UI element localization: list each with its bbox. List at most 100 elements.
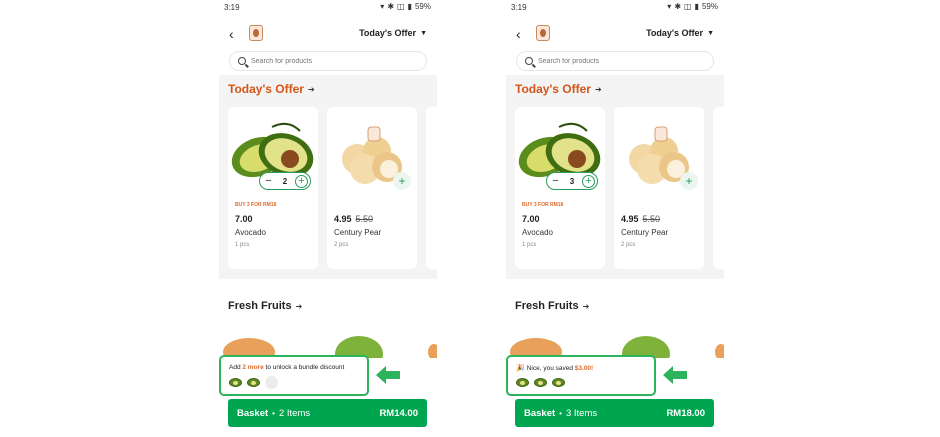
add-to-basket-button[interactable]: + xyxy=(393,172,411,190)
product-name: Avocado xyxy=(522,228,553,237)
product-pack: 2 pcs xyxy=(621,242,636,248)
arrow-right-icon: ➔ xyxy=(594,84,602,94)
bundle-discount-banner[interactable]: Add 2 more to unlock a bundle discount xyxy=(219,355,369,396)
promo-label: BUY 3 FOR RM18 xyxy=(522,202,564,208)
bundle-prefix: Nice, you saved xyxy=(526,365,575,372)
basket-label: Basket xyxy=(524,407,556,419)
avocado-icon xyxy=(229,378,242,387)
basket-total: RM18.00 xyxy=(666,407,705,419)
separator-dot: • xyxy=(559,408,562,418)
quantity-stepper[interactable]: − 2 + xyxy=(259,172,311,190)
wifi-icon: ▾ xyxy=(380,2,385,11)
todays-offer-section: Today's Offer ➔ − 3 + BUY 3 FOR RM18 7.0… xyxy=(506,75,724,279)
bundle-discount-banner[interactable]: 🎉 Nice, you saved $3.00! xyxy=(506,355,656,396)
price-value: 7.00 xyxy=(522,214,540,224)
plus-icon[interactable]: + xyxy=(294,174,308,188)
offer-dropdown[interactable]: Today's Offer ▼ xyxy=(646,28,714,38)
arrow-right-icon: ➔ xyxy=(295,301,303,311)
green-arrow-icon xyxy=(376,366,400,384)
fresh-fruits-heading[interactable]: Fresh Fruits ➔ xyxy=(228,300,302,312)
caret-down-icon: ▼ xyxy=(420,29,427,37)
fresh-fruits-title: Fresh Fruits xyxy=(228,300,292,312)
status-time: 3:19 xyxy=(224,3,240,12)
avocado-icon xyxy=(552,378,565,387)
offer-dropdown[interactable]: Today's Offer ▼ xyxy=(359,28,427,38)
search-input[interactable] xyxy=(538,57,698,65)
party-popper-icon: 🎉 xyxy=(516,365,525,372)
caret-down-icon: ▼ xyxy=(707,29,714,37)
bundle-progress xyxy=(516,378,565,387)
back-chevron-icon[interactable]: ‹ xyxy=(229,27,234,41)
minus-icon[interactable]: − xyxy=(262,175,275,188)
product-card-century-pear[interactable]: + 4.95 5.50 Century Pear 2 pcs xyxy=(614,107,704,269)
wifi-icon: ▾ xyxy=(667,2,672,11)
bundle-message: 🎉 Nice, you saved $3.00! xyxy=(516,364,593,372)
phone-screen-before: 3:19 ▾ ✱ ◫ ▮ 59% ‹ Today's Offer ▼ Today… xyxy=(219,0,437,437)
battery-percent: 59% xyxy=(701,2,718,11)
green-arrow-icon xyxy=(663,366,687,384)
separator-dot: • xyxy=(272,408,275,418)
product-name: Century Pear xyxy=(334,228,382,237)
price-value: 4.95 xyxy=(334,214,352,224)
search-icon xyxy=(238,57,246,65)
todays-offer-heading[interactable]: Today's Offer ➔ xyxy=(515,82,602,96)
bundle-progress xyxy=(229,376,278,389)
basket-label: Basket xyxy=(237,407,269,419)
product-price: 7.00 xyxy=(235,214,253,224)
fresh-fruits-heading[interactable]: Fresh Fruits ➔ xyxy=(515,300,589,312)
promo-label: BUY 3 FOR RM18 xyxy=(235,202,277,208)
bundle-prefix: Add xyxy=(229,364,243,371)
todays-offer-title: Today's Offer xyxy=(228,82,304,96)
battery-icon: ▮ xyxy=(407,2,412,11)
basket-button[interactable]: Basket • 3 Items RM18.00 xyxy=(515,399,714,427)
product-card-avocado[interactable]: − 3 + BUY 3 FOR RM18 7.00 Avocado 1 pcs xyxy=(515,107,605,269)
fresh-fruits-image xyxy=(510,336,724,358)
product-price: 4.95 5.50 xyxy=(334,214,373,224)
product-price: 7.00 xyxy=(522,214,540,224)
todays-offer-section: Today's Offer ➔ − 2 + BUY 3 FOR RM18 7.0… xyxy=(219,75,437,279)
minus-icon[interactable]: − xyxy=(549,175,562,188)
search-bar[interactable] xyxy=(516,51,714,71)
add-to-basket-button[interactable]: + xyxy=(680,172,698,190)
signal-icon: ◫ xyxy=(684,2,692,11)
old-price: 5.50 xyxy=(642,214,661,224)
product-name: Century Pear xyxy=(621,228,669,237)
old-price: 5.50 xyxy=(355,214,374,224)
plus-icon[interactable]: + xyxy=(581,174,595,188)
arrow-right-icon: ➔ xyxy=(307,84,315,94)
status-icons: ▾ ✱ ◫ ▮ 59% xyxy=(380,3,431,11)
bundle-highlight: $3.00! xyxy=(574,365,594,372)
back-chevron-icon[interactable]: ‹ xyxy=(516,27,521,41)
search-input[interactable] xyxy=(251,57,411,65)
fresh-fruits-title: Fresh Fruits xyxy=(515,300,579,312)
product-card-partial[interactable] xyxy=(713,107,724,269)
phone-screen-after: 3:19 ▾ ✱ ◫ ▮ 59% ‹ Today's Offer ▼ Today… xyxy=(506,0,724,437)
price-value: 7.00 xyxy=(235,214,253,224)
quantity-stepper[interactable]: − 3 + xyxy=(546,172,598,190)
product-pack: 1 pcs xyxy=(235,242,250,248)
basket-total: RM14.00 xyxy=(379,407,418,419)
product-card-partial[interactable] xyxy=(426,107,437,269)
basket-items: 3 Items xyxy=(565,407,598,419)
search-bar[interactable] xyxy=(229,51,427,71)
product-card-avocado[interactable]: − 2 + BUY 3 FOR RM18 7.00 Avocado 1 pcs xyxy=(228,107,318,269)
app-bar: ‹ Today's Offer ▼ xyxy=(219,20,437,48)
bluetooth-icon: ✱ xyxy=(387,2,395,11)
avocado-icon xyxy=(534,378,547,387)
todays-offer-heading[interactable]: Today's Offer ➔ xyxy=(228,82,315,96)
signal-icon: ◫ xyxy=(397,2,405,11)
basket-button[interactable]: Basket • 2 Items RM14.00 xyxy=(228,399,427,427)
price-value: 4.95 xyxy=(621,214,639,224)
todays-offer-title: Today's Offer xyxy=(515,82,591,96)
bundle-highlight: 2 more xyxy=(242,364,264,371)
bundle-suffix: to unlock a bundle discount xyxy=(263,364,345,371)
product-card-century-pear[interactable]: + 4.95 5.50 Century Pear 2 pcs xyxy=(327,107,417,269)
offer-dropdown-label: Today's Offer xyxy=(359,28,417,38)
product-price: 4.95 5.50 xyxy=(621,214,660,224)
product-pack: 1 pcs xyxy=(522,242,537,248)
avocado-icon xyxy=(247,378,260,387)
battery-percent: 59% xyxy=(414,2,431,11)
status-time: 3:19 xyxy=(511,3,527,12)
app-bar: ‹ Today's Offer ▼ xyxy=(506,20,724,48)
offer-dropdown-label: Today's Offer xyxy=(646,28,704,38)
